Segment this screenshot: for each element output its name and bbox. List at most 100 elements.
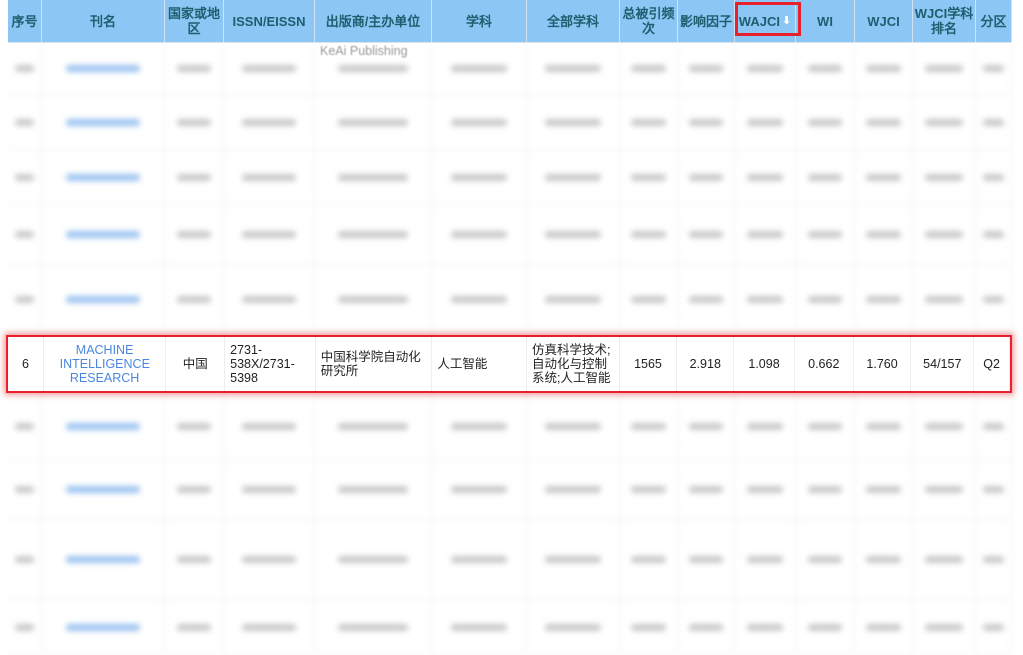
redacted-text	[545, 556, 601, 563]
blurred-cell	[796, 205, 855, 264]
header-issn[interactable]: ISSN/EISSN	[224, 0, 315, 42]
redacted-text	[747, 231, 783, 238]
blurred-cell	[913, 205, 976, 264]
redacted-text	[689, 65, 723, 72]
header-country[interactable]: 国家或地区	[165, 0, 224, 42]
redacted-text	[545, 173, 601, 181]
redacted-text	[631, 296, 666, 303]
highlighted-row[interactable]: 6 MACHINE INTELLIGENCE RESEARCH 中国 2731-…	[6, 335, 1012, 393]
blurred-cell	[224, 205, 315, 264]
blurred-cell	[678, 150, 735, 204]
blurred-cell	[315, 520, 432, 599]
header-subject[interactable]: 学科	[432, 0, 527, 42]
header-wajci[interactable]: WAJCI ⬇	[735, 0, 801, 42]
blurred-cell	[735, 95, 796, 149]
redacted-text	[925, 556, 963, 563]
redacted-text	[689, 556, 723, 563]
blurred-cell	[855, 460, 913, 519]
blurred-cell	[913, 95, 976, 149]
header-wjci[interactable]: WJCI	[855, 0, 913, 42]
blurred-cell	[8, 150, 42, 204]
blurred-row	[8, 150, 1012, 205]
blurred-cell	[796, 95, 855, 149]
blurred-cell	[620, 43, 678, 94]
blurred-cell	[224, 393, 315, 459]
redacted-text	[14, 422, 35, 430]
blurred-cell	[976, 265, 1012, 334]
cell-issn: 2731-538X/2731-5398	[225, 337, 316, 391]
header-all-subjects[interactable]: 全部学科	[527, 0, 620, 42]
blurred-cell	[735, 600, 796, 654]
redacted-text	[545, 623, 601, 631]
redacted-text	[983, 65, 1004, 72]
redacted-text	[631, 173, 666, 181]
redacted-text	[866, 556, 901, 563]
header-wi[interactable]: WI	[796, 0, 855, 42]
redacted-text	[807, 623, 843, 631]
journal-title-link[interactable]: MACHINE INTELLIGENCE RESEARCH	[60, 343, 150, 385]
blurred-cell	[855, 600, 913, 654]
blurred-cell	[678, 520, 735, 599]
redacted-text	[545, 296, 601, 303]
header-citations[interactable]: 总被引频次	[620, 0, 678, 42]
redacted-text	[925, 65, 963, 72]
redacted-text	[450, 623, 508, 631]
header-quartile[interactable]: 分区	[976, 0, 1012, 42]
redacted-text	[176, 623, 212, 631]
blurred-cell	[224, 150, 315, 204]
redacted-text	[866, 231, 901, 238]
redacted-text	[66, 422, 140, 430]
blurred-cell	[796, 460, 855, 519]
header-publisher[interactable]: 出版商/主办单位	[315, 0, 432, 42]
redacted-text	[242, 623, 296, 631]
blurred-cell	[913, 460, 976, 519]
blurred-cell	[527, 460, 620, 519]
redacted-text	[242, 65, 296, 72]
redacted-text	[925, 173, 963, 181]
blurred-cell	[913, 600, 976, 654]
redacted-text	[66, 296, 140, 303]
blurred-cell	[165, 95, 224, 149]
header-wjci-rank[interactable]: WJCI学科排名	[913, 0, 976, 42]
redacted-text	[807, 422, 843, 430]
redacted-text	[14, 65, 35, 72]
redacted-text	[631, 556, 666, 563]
blurred-cell	[315, 393, 432, 459]
blurred-cell	[224, 520, 315, 599]
redacted-text	[338, 486, 408, 493]
blurred-cell	[224, 600, 315, 654]
redacted-text	[866, 486, 901, 493]
redacted-text	[450, 556, 508, 563]
blurred-cell	[8, 520, 42, 599]
blurred-cell	[976, 520, 1012, 599]
blurred-cell	[620, 205, 678, 264]
redacted-text	[450, 118, 508, 126]
redacted-text	[807, 118, 843, 126]
blurred-cell	[165, 205, 224, 264]
blurred-cell	[913, 150, 976, 204]
header-index[interactable]: 序号	[8, 0, 42, 42]
header-impact-factor[interactable]: 影响因子	[678, 0, 735, 42]
blurred-cell	[620, 393, 678, 459]
blurred-cell	[165, 393, 224, 459]
redacted-text	[983, 623, 1004, 631]
redacted-text	[176, 231, 212, 238]
blurred-cell	[855, 265, 913, 334]
blurred-cell	[855, 43, 913, 94]
blurred-cell	[42, 520, 165, 599]
redacted-text	[747, 296, 783, 303]
redacted-text	[242, 173, 296, 181]
redacted-text	[747, 173, 783, 181]
blurred-cell	[42, 205, 165, 264]
blurred-row	[8, 205, 1012, 265]
blurred-cell	[796, 265, 855, 334]
redacted-text	[983, 422, 1004, 430]
blurred-row	[8, 43, 1012, 95]
cell-all-subjects: 仿真科学技术;自动化与控制系统;人工智能	[527, 337, 620, 391]
cell-wjci-rank: 54/157	[911, 337, 975, 391]
redacted-text	[176, 118, 212, 126]
blurred-cell	[527, 393, 620, 459]
redacted-text	[925, 118, 963, 126]
blurred-cell	[527, 43, 620, 94]
header-title[interactable]: 刊名	[42, 0, 165, 42]
